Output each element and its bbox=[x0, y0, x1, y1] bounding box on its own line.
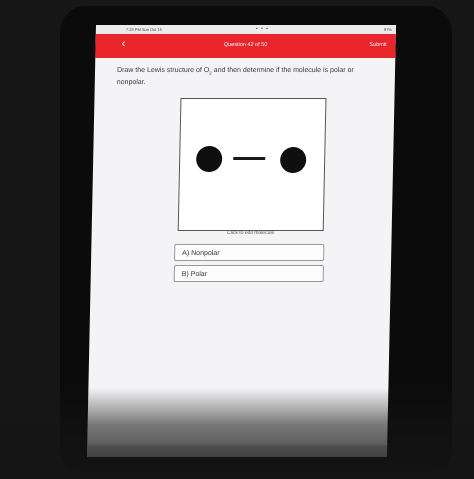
tablet-screen: 7:23 PM Sun Oct 15 • • • 97% ‹ Question … bbox=[86, 25, 396, 457]
screen-bottom-bar bbox=[86, 445, 388, 457]
question-counter: Question 42 of 50 bbox=[223, 42, 268, 48]
question-text-start: Draw the Lewis structure of O bbox=[116, 67, 210, 74]
molecule-editor[interactable] bbox=[177, 98, 327, 231]
multitask-dots-icon[interactable]: • • • bbox=[256, 26, 269, 32]
question-header: ‹ Question 42 of 50 Submit bbox=[95, 34, 396, 58]
edit-molecule-caption[interactable]: Click to edit molecule bbox=[178, 230, 324, 236]
option-nonpolar[interactable]: A) Nonpolar bbox=[174, 244, 325, 261]
oxygen-atom-left bbox=[195, 146, 223, 172]
question-text: Draw the Lewis structure of O2 and then … bbox=[117, 66, 365, 88]
status-time: 7:23 PM Sun Oct 15 bbox=[125, 27, 162, 32]
oxygen-atom-right bbox=[279, 147, 307, 173]
status-bar: 7:23 PM Sun Oct 15 • • • 97% bbox=[95, 25, 396, 34]
submit-button[interactable]: Submit bbox=[369, 42, 386, 48]
option-polar[interactable]: B) Polar bbox=[173, 265, 324, 282]
single-bond bbox=[233, 157, 266, 160]
battery-wifi-status: 97% bbox=[383, 27, 392, 32]
